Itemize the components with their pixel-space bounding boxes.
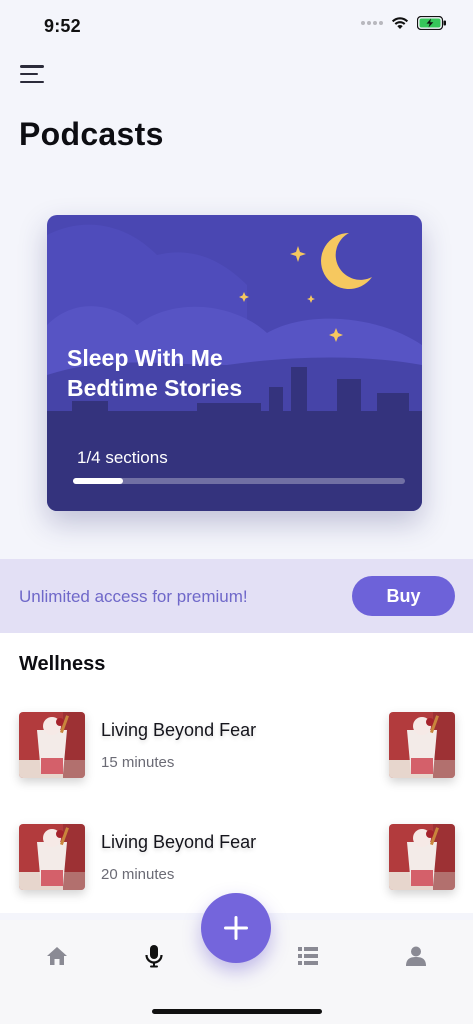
home-indicator (152, 1009, 322, 1014)
tab-list[interactable] (288, 936, 328, 976)
progress-bar (73, 478, 405, 484)
episode-thumbnail (389, 824, 455, 890)
home-icon (47, 947, 67, 965)
tab-microphone[interactable] (134, 936, 174, 976)
cellular-signal-icon (361, 21, 383, 25)
episode-thumbnail (389, 712, 455, 778)
wifi-icon (391, 17, 409, 29)
add-icon (224, 916, 248, 940)
episode-thumbnail (19, 824, 85, 890)
page-title: Podcasts (19, 116, 164, 152)
featured-title-line2: Bedtime Stories (67, 375, 243, 401)
progress-label: 1/4 sections (77, 448, 168, 467)
add-button[interactable] (201, 893, 271, 963)
list-icon (298, 947, 318, 965)
featured-podcast-card[interactable]: Sleep With Me Bedtime Stories 1/4 sectio… (47, 215, 422, 511)
menu-icon[interactable] (20, 63, 44, 85)
status-bar: 9:52 (0, 0, 473, 52)
premium-text: Unlimited access for premium! (19, 587, 248, 606)
tab-profile[interactable] (396, 936, 436, 976)
wellness-section: Wellness Living Beyond Fear 15 minutes L… (0, 633, 473, 913)
microphone-icon (145, 945, 163, 968)
premium-banner: Unlimited access for premium! Buy (0, 559, 473, 633)
status-icons (361, 16, 447, 30)
battery-charging-icon (417, 16, 446, 30)
list-item[interactable]: Living Beyond Fear 15 minutes (0, 712, 473, 780)
section-title: Wellness (19, 653, 106, 675)
episode-title: Living Beyond Fear (101, 720, 257, 740)
episode-duration: 20 minutes (101, 866, 175, 883)
episode-thumbnail (19, 712, 85, 778)
status-time: 9:52 (44, 16, 81, 36)
buy-button[interactable]: Buy (352, 576, 455, 616)
profile-icon (406, 946, 426, 966)
progress-bar-fill (73, 478, 123, 484)
featured-title-line1: Sleep With Me (67, 345, 223, 371)
list-item[interactable]: Living Beyond Fear 20 minutes (0, 824, 473, 892)
episode-duration: 15 minutes (101, 754, 175, 771)
featured-podcast-title: Sleep With Me Bedtime Stories (67, 343, 367, 403)
episode-title: Living Beyond Fear (101, 832, 257, 852)
tab-home[interactable] (37, 936, 77, 976)
